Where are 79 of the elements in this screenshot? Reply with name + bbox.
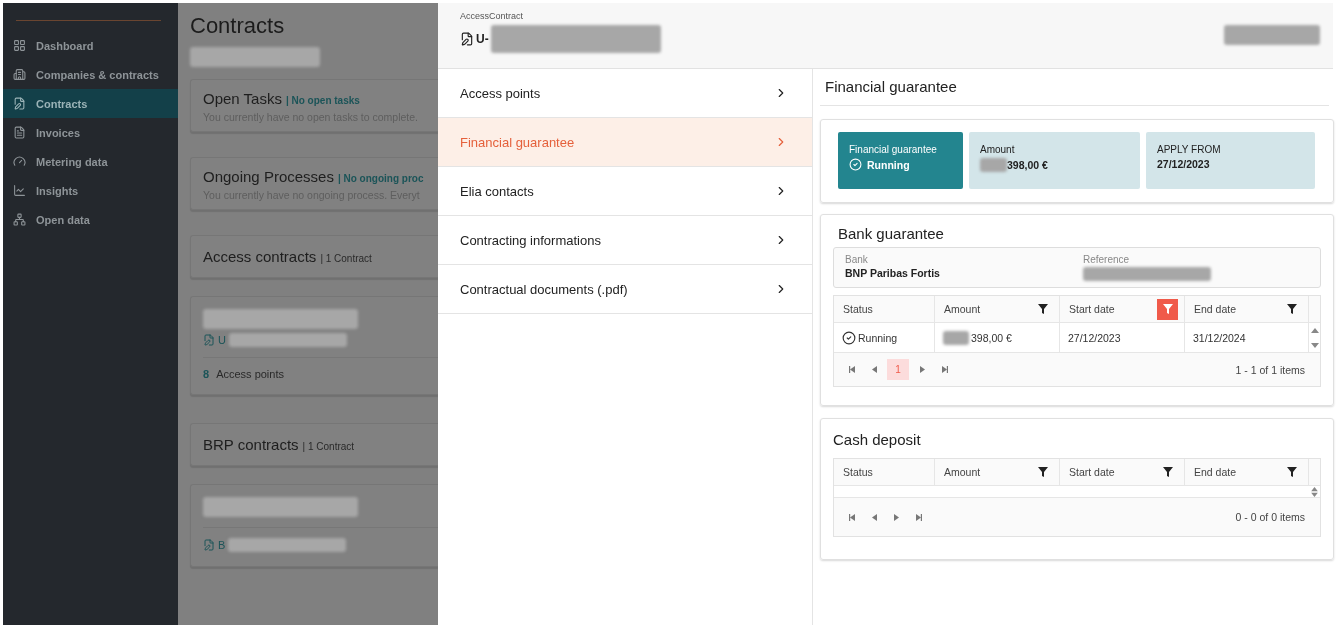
status-text: Running <box>867 158 910 171</box>
points-count: 8 <box>203 368 210 380</box>
card-title: Ongoing Processes <box>203 168 334 185</box>
next-icon <box>918 366 926 373</box>
card-title: Cash deposit <box>833 430 922 450</box>
network-icon <box>13 213 26 226</box>
contract-id: U- <box>476 32 489 46</box>
filter-icon <box>1037 467 1048 477</box>
filter-icon <box>1162 304 1173 314</box>
date-value: 27/12/2023 <box>1157 158 1211 170</box>
filter-icon <box>1037 304 1048 314</box>
redacted-block <box>943 330 969 345</box>
sidebar-item[interactable]: Insights <box>3 176 178 205</box>
status-text: | No open tasks <box>285 95 360 106</box>
field-label: Bank <box>845 254 869 265</box>
section-title: Financial guarantee <box>820 69 1329 106</box>
filter-icon <box>1162 467 1173 477</box>
redacted-block <box>980 158 1007 172</box>
column-header[interactable]: Amount <box>935 459 1060 485</box>
contract-card[interactable]: U 8 Access points <box>190 296 438 395</box>
check-circle-icon <box>842 330 856 345</box>
contract-id: B <box>218 539 226 551</box>
field-label: Reference <box>1083 254 1131 265</box>
column-header[interactable]: Start date <box>1060 459 1185 485</box>
last-page-icon <box>940 366 948 373</box>
document-pen-icon <box>460 32 474 46</box>
filter-icon <box>1286 467 1297 477</box>
count-text: | 1 Contract <box>320 253 372 264</box>
document-pen-icon <box>203 334 215 346</box>
field-value: BNP Paribas Fortis <box>845 267 941 279</box>
table-cell: 27/12/2023 <box>1060 323 1185 352</box>
document-pen-icon <box>13 97 26 110</box>
building-icon <box>13 68 26 81</box>
grid-icon <box>13 39 26 52</box>
contract-type: AccessContract <box>460 11 525 21</box>
line-chart-icon <box>13 184 26 197</box>
column-header[interactable]: End date <box>1185 459 1309 485</box>
table-cell: 31/12/2024 <box>1185 323 1309 352</box>
table-cell: Running <box>834 323 935 352</box>
previous-icon <box>870 366 878 373</box>
column-header[interactable]: Status <box>834 459 935 485</box>
column-header[interactable]: Status <box>834 296 935 322</box>
pager-summary: 0 - 0 of 0 items <box>1235 511 1305 523</box>
gauge-icon <box>13 155 26 168</box>
tile-label: Financial guarantee <box>849 144 938 155</box>
sidebar-item[interactable]: Companies & contracts <box>3 60 178 89</box>
points-label: Access points <box>216 368 284 380</box>
first-page-icon <box>848 366 856 373</box>
section-title: BRP contracts <box>203 436 299 453</box>
first-page-icon <box>848 513 856 521</box>
column-header[interactable]: End date <box>1185 296 1309 322</box>
check-circle-icon <box>849 158 862 171</box>
tile-label: Amount <box>980 144 1016 155</box>
amount-value: 398,00 € <box>1007 159 1048 171</box>
column-header[interactable]: Start date <box>1060 296 1185 322</box>
count-text: | 1 Contract <box>302 441 355 452</box>
next-icon <box>892 513 900 521</box>
tile-label: APPLY FROM <box>1157 144 1222 155</box>
document-icon <box>13 126 26 139</box>
table-cell: 398,00 € <box>935 323 1060 352</box>
document-pen-icon <box>203 539 215 551</box>
status-text: | No ongoing proc <box>337 173 424 184</box>
scroll-arrows-icon[interactable] <box>1311 486 1318 497</box>
section-title: Access contracts <box>203 248 317 265</box>
sidebar-item[interactable]: Contracts <box>3 89 178 118</box>
scroll-arrows-icon[interactable] <box>1310 327 1319 348</box>
sidebar-item[interactable]: Metering data <box>3 147 178 176</box>
page-title: Contracts <box>190 13 286 39</box>
sidebar-item[interactable]: Open data <box>3 205 178 234</box>
card-title: Open Tasks <box>203 90 282 107</box>
card-title: Bank guarantee <box>837 224 945 244</box>
last-page-icon <box>914 513 922 521</box>
sidebar-item[interactable]: Dashboard <box>3 31 178 60</box>
contract-id: U <box>218 334 226 346</box>
filter-icon <box>1286 304 1297 314</box>
previous-icon <box>870 513 878 521</box>
pager-summary: 1 - 1 of 1 items <box>1235 363 1305 376</box>
column-header[interactable]: Amount <box>935 296 1060 322</box>
sidebar-item[interactable]: Invoices <box>3 118 178 147</box>
